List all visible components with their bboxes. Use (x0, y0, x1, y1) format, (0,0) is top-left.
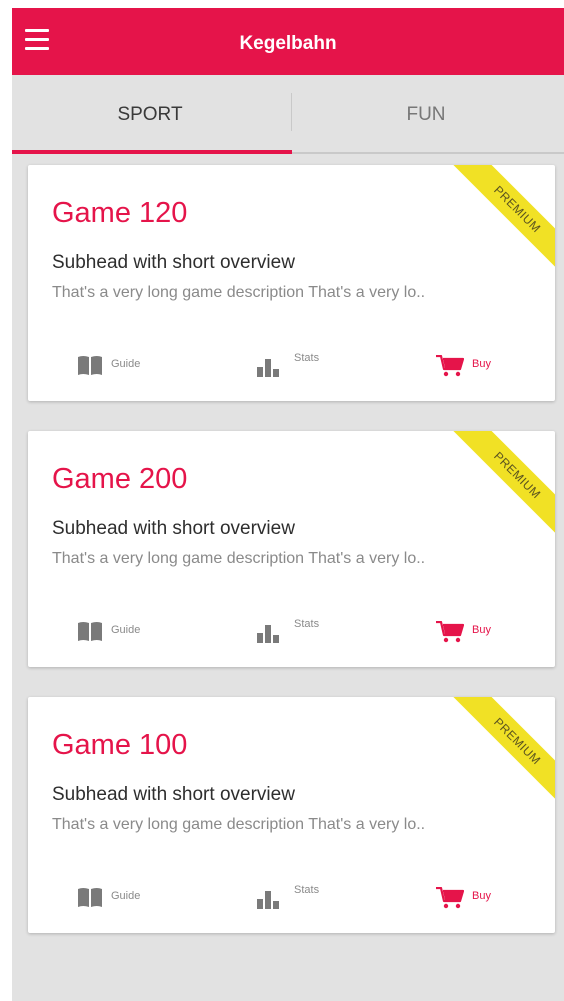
stats-button[interactable]: Stats (253, 609, 333, 649)
buy-button[interactable]: Buy (436, 875, 506, 915)
app-bar: Kegelbahn (12, 8, 564, 75)
guide-button[interactable]: Guide (77, 875, 157, 915)
buy-button[interactable]: Buy (436, 343, 506, 383)
guide-label: Guide (111, 624, 141, 636)
guide-button[interactable]: Guide (77, 343, 157, 383)
shopping-cart-icon (436, 887, 464, 909)
premium-ribbon: PREMIUM (435, 165, 555, 285)
game-title: Game 200 (52, 463, 188, 495)
game-description: That's a very long game description That… (52, 284, 426, 301)
buy-button[interactable]: Buy (436, 609, 506, 649)
game-subhead: Subhead with short overview (52, 518, 295, 539)
game-card[interactable]: PREMIUM Game 200 Subhead with short over… (28, 431, 555, 667)
guide-button[interactable]: Guide (77, 609, 157, 649)
game-description: That's a very long game description That… (52, 550, 426, 567)
game-card[interactable]: PREMIUM Game 100 Subhead with short over… (28, 697, 555, 933)
stats-label: Stats (294, 618, 320, 630)
game-card[interactable]: PREMIUM Game 120 Subhead with short over… (28, 165, 555, 401)
tab-sport[interactable]: SPORT (12, 75, 288, 152)
stats-button[interactable]: Stats (253, 343, 333, 383)
stats-label: Stats (294, 352, 320, 364)
bar-chart-icon (257, 359, 279, 377)
game-subhead: Subhead with short overview (52, 252, 295, 273)
premium-ribbon-label: PREMIUM (447, 165, 555, 280)
game-description: That's a very long game description That… (52, 816, 426, 833)
buy-label: Buy (472, 624, 491, 636)
premium-ribbon: PREMIUM (435, 431, 555, 551)
buy-label: Buy (472, 890, 491, 902)
book-icon (78, 356, 102, 375)
bar-chart-icon (257, 891, 279, 909)
premium-ribbon-label: PREMIUM (447, 697, 555, 812)
premium-ribbon: PREMIUM (435, 697, 555, 817)
active-tab-indicator (12, 150, 292, 154)
premium-ribbon-label: PREMIUM (447, 431, 555, 546)
tab-bar: SPORT FUN (12, 75, 564, 154)
stats-label: Stats (294, 884, 320, 896)
bar-chart-icon (257, 625, 279, 643)
guide-label: Guide (111, 890, 141, 902)
app-screen: Kegelbahn SPORT FUN PREMIUM Game 120 Sub… (12, 8, 564, 1001)
game-title: Game 100 (52, 729, 188, 761)
shopping-cart-icon (436, 621, 464, 643)
guide-label: Guide (111, 358, 141, 370)
book-icon (78, 888, 102, 907)
game-title: Game 120 (52, 197, 188, 229)
shopping-cart-icon (436, 355, 464, 377)
app-title: Kegelbahn (239, 33, 337, 54)
game-subhead: Subhead with short overview (52, 784, 295, 805)
stats-button[interactable]: Stats (253, 875, 333, 915)
tab-fun[interactable]: FUN (288, 75, 564, 152)
book-icon (78, 622, 102, 641)
buy-label: Buy (472, 358, 491, 370)
